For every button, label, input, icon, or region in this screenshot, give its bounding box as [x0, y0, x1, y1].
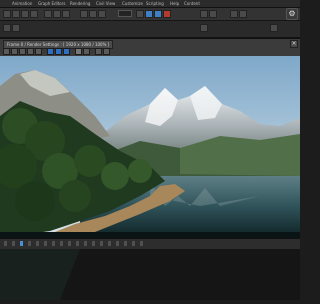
main-toolbar — [0, 8, 300, 21]
menu-rendering[interactable]: Rendering — [70, 0, 90, 7]
snap-percent-icon[interactable] — [62, 10, 70, 18]
help-icon[interactable] — [230, 10, 238, 18]
timeline-tick — [60, 241, 63, 246]
menu-customize[interactable]: Customize — [122, 0, 143, 7]
menu-scripting[interactable]: Scripting — [146, 0, 164, 7]
print-icon[interactable] — [27, 48, 34, 55]
timeline-tick — [116, 241, 119, 246]
render-setup-icon[interactable] — [145, 10, 153, 18]
timeline-tick — [52, 241, 55, 246]
search-icon[interactable] — [239, 10, 247, 18]
timeline-tick — [100, 241, 103, 246]
menu-bar: Animation Graph Editors Rendering Civil … — [0, 0, 300, 8]
curve-editor-icon[interactable] — [209, 10, 217, 18]
timeline-tick — [84, 241, 87, 246]
red-channel-icon[interactable] — [47, 48, 54, 55]
timeline-tick — [28, 241, 31, 246]
render-window-header: Frame 0 / Render Settings : [ 1920 x 108… — [0, 38, 300, 57]
rendered-image — [0, 56, 300, 238]
bottom-shadow — [0, 249, 300, 300]
blue-channel-icon[interactable] — [63, 48, 70, 55]
timeline-tick — [140, 241, 143, 246]
schematic-icon[interactable] — [200, 10, 208, 18]
timeline-tick — [76, 241, 79, 246]
menu-civil-view[interactable]: Civil View — [96, 0, 115, 7]
clear-icon[interactable] — [35, 48, 42, 55]
align-icon[interactable] — [89, 10, 97, 18]
menu-graph-editors[interactable]: Graph Editors — [38, 0, 65, 7]
timeline-tick — [92, 241, 95, 246]
copy-image-icon[interactable] — [11, 48, 18, 55]
scale-icon[interactable] — [30, 10, 38, 18]
render-frame-icon[interactable] — [154, 10, 162, 18]
move-icon[interactable] — [12, 10, 20, 18]
selection-filter-dropdown[interactable] — [118, 10, 132, 17]
menu-help[interactable]: Help — [170, 0, 179, 7]
close-icon[interactable]: × — [290, 40, 298, 48]
viewport-layout-icon[interactable] — [200, 24, 208, 32]
status-area — [0, 249, 300, 300]
timeline-tick — [36, 241, 39, 246]
timeline-tick — [44, 241, 47, 246]
clone-window-icon[interactable] — [19, 48, 26, 55]
channel-select-icon[interactable] — [103, 48, 110, 55]
timeline-slider[interactable] — [20, 241, 23, 246]
menu-animation[interactable]: Animation — [12, 0, 32, 7]
mono-icon[interactable] — [83, 48, 90, 55]
timeline-tick — [124, 241, 127, 246]
color-swatch-icon[interactable] — [95, 48, 102, 55]
select-icon[interactable] — [3, 10, 11, 18]
snap-icon[interactable] — [44, 10, 52, 18]
alpha-icon[interactable] — [75, 48, 82, 55]
landscape-render — [0, 56, 300, 238]
settings-gear-icon[interactable]: ⚙ — [286, 8, 298, 20]
modeling-icon[interactable] — [12, 24, 20, 32]
save-image-icon[interactable] — [3, 48, 10, 55]
mirror-icon[interactable] — [80, 10, 88, 18]
menu-content[interactable]: Content — [184, 0, 200, 7]
rotate-icon[interactable] — [21, 10, 29, 18]
timeline-tick — [4, 241, 7, 246]
timeline-tick — [132, 241, 135, 246]
timeline-tick — [12, 241, 15, 246]
material-editor-icon[interactable] — [136, 10, 144, 18]
panel-toggle-icon[interactable] — [270, 24, 278, 32]
timeline-tick — [68, 241, 71, 246]
layer-icon[interactable] — [98, 10, 106, 18]
ribbon-strip — [0, 21, 300, 38]
ribbon-toggle-icon[interactable] — [3, 24, 11, 32]
timeline-tick — [108, 241, 111, 246]
snap-angle-icon[interactable] — [53, 10, 61, 18]
render-icon[interactable] — [163, 10, 171, 18]
green-channel-icon[interactable] — [55, 48, 62, 55]
